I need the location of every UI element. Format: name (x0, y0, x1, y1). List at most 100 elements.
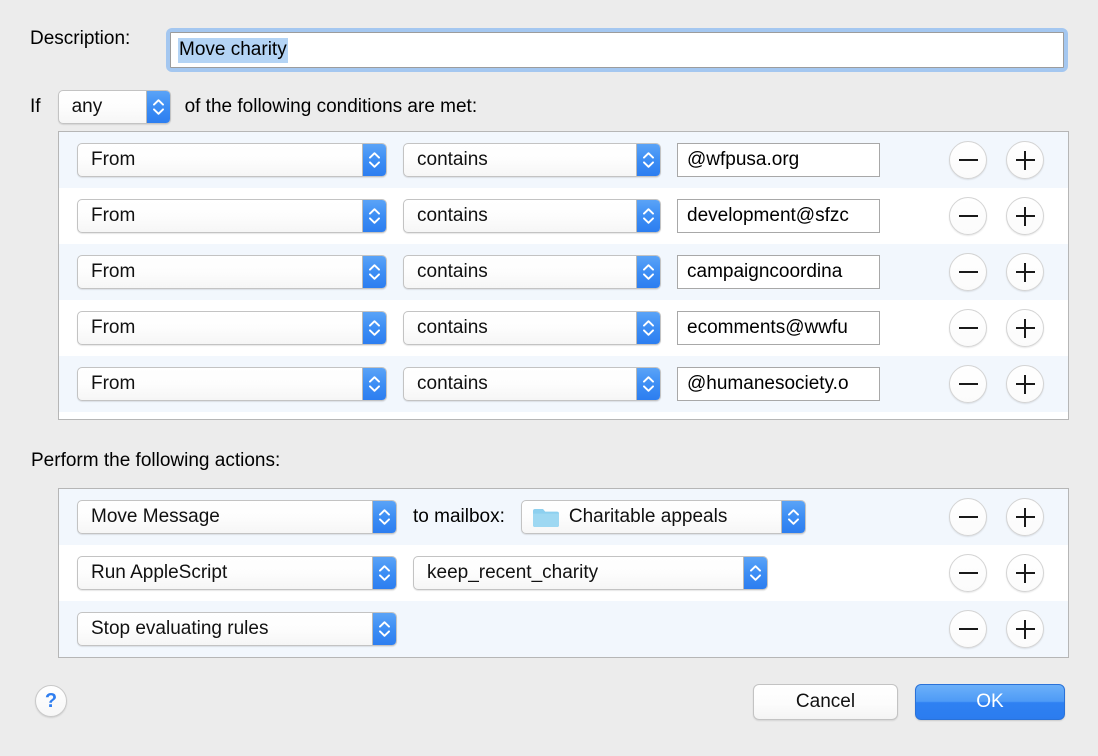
help-button[interactable]: ? (35, 685, 67, 717)
add-action-button[interactable] (1006, 498, 1044, 536)
chevron-up-icon (369, 208, 380, 215)
remove-condition-button[interactable] (949, 253, 987, 291)
chevron-up-icon (379, 621, 390, 628)
chevron-updown-icon (372, 557, 396, 589)
action-row: Run AppleScript keep_recent_charity (59, 545, 1068, 601)
plus-icon (1015, 619, 1035, 639)
condition-row: From contains development@sfzc (59, 188, 1068, 244)
actions-list: Move Message to mailbox: Charitable appeal… (58, 488, 1069, 658)
chevron-down-icon (369, 385, 380, 392)
condition-value-input[interactable]: development@sfzc (677, 199, 880, 233)
condition-criterion-dropdown[interactable]: From (77, 199, 387, 233)
condition-value-input[interactable]: @humanesociety.o (677, 367, 880, 401)
chevron-up-icon (643, 264, 654, 271)
chevron-updown-icon (145, 91, 170, 123)
row-buttons (949, 498, 1068, 536)
chevron-updown-icon (636, 200, 660, 232)
condition-row: From contains ecomments@wwfu (59, 300, 1068, 356)
action-row: Move Message to mailbox: Charitable appeal… (59, 489, 1068, 545)
chevron-down-icon (787, 518, 799, 525)
action-script-value: keep_recent_charity (427, 562, 599, 583)
chevron-updown-icon (636, 256, 660, 288)
ok-button[interactable]: OK (915, 684, 1065, 720)
chevron-up-icon (643, 376, 654, 383)
remove-action-button[interactable] (949, 554, 987, 592)
actions-section-label: Perform the following actions: (31, 450, 281, 471)
folder-icon (532, 508, 559, 527)
chevron-updown-icon (362, 312, 386, 344)
condition-criterion-dropdown[interactable]: From (77, 367, 387, 401)
plus-icon (1015, 206, 1035, 226)
action-type-dropdown[interactable]: Run AppleScript (77, 556, 397, 590)
remove-action-button[interactable] (949, 498, 987, 536)
condition-operator-value: contains (417, 317, 488, 338)
chevron-up-icon (750, 565, 761, 572)
chevron-down-icon (369, 273, 380, 280)
minus-icon (958, 628, 978, 630)
condition-operator-dropdown[interactable]: contains (403, 143, 661, 177)
action-type-value: Run AppleScript (91, 562, 228, 583)
minus-icon (958, 215, 978, 217)
chevron-down-icon (643, 217, 654, 224)
remove-condition-button[interactable] (949, 309, 987, 347)
chevron-down-icon (152, 108, 164, 115)
row-buttons (949, 197, 1068, 235)
description-input[interactable]: Move charity (170, 32, 1064, 68)
match-mode-dropdown[interactable]: any (57, 90, 171, 124)
minus-icon (958, 327, 978, 329)
mail-rule-editor-dialog: Description: Move charity If any of the … (0, 0, 1098, 756)
condition-value-input[interactable]: @wfpusa.org (677, 143, 880, 177)
condition-value-input[interactable]: ecomments@wwfu (677, 311, 880, 345)
condition-value-text: @wfpusa.org (687, 149, 800, 170)
chevron-updown-icon (636, 368, 660, 400)
chevron-updown-icon (636, 312, 660, 344)
cancel-button[interactable]: Cancel (753, 684, 898, 720)
chevron-down-icon (643, 329, 654, 336)
condition-operator-dropdown[interactable]: contains (403, 311, 661, 345)
add-condition-button[interactable] (1006, 365, 1044, 403)
plus-icon (1015, 150, 1035, 170)
chevron-up-icon (379, 565, 390, 572)
chevron-down-icon (379, 574, 390, 581)
action-type-dropdown[interactable]: Move Message (77, 500, 397, 534)
description-label: Description: (30, 28, 131, 49)
chevron-updown-icon (362, 200, 386, 232)
chevron-updown-icon (372, 613, 396, 645)
chevron-down-icon (379, 630, 390, 637)
plus-icon (1015, 507, 1035, 527)
condition-operator-dropdown[interactable]: contains (403, 367, 661, 401)
condition-operator-dropdown[interactable]: contains (403, 255, 661, 289)
chevron-down-icon (643, 385, 654, 392)
add-condition-button[interactable] (1006, 197, 1044, 235)
if-label: If (30, 96, 41, 117)
condition-criterion-dropdown[interactable]: From (77, 143, 387, 177)
condition-criterion-dropdown[interactable]: From (77, 311, 387, 345)
remove-condition-button[interactable] (949, 141, 987, 179)
action-mailbox-dropdown[interactable]: Charitable appeals (520, 500, 806, 534)
condition-operator-dropdown[interactable]: contains (403, 199, 661, 233)
chevron-down-icon (643, 161, 654, 168)
chevron-up-icon (787, 509, 799, 516)
action-type-dropdown[interactable]: Stop evaluating rules (77, 612, 397, 646)
condition-criterion-dropdown[interactable]: From (77, 255, 387, 289)
add-action-button[interactable] (1006, 554, 1044, 592)
add-condition-button[interactable] (1006, 141, 1044, 179)
row-buttons (949, 610, 1068, 648)
description-focus-ring: Move charity (166, 28, 1068, 72)
add-condition-button[interactable] (1006, 253, 1044, 291)
condition-operator-value: contains (417, 261, 488, 282)
add-action-button[interactable] (1006, 610, 1044, 648)
chevron-updown-icon (636, 144, 660, 176)
chevron-up-icon (643, 152, 654, 159)
remove-condition-button[interactable] (949, 197, 987, 235)
chevron-updown-icon (362, 256, 386, 288)
plus-icon (1015, 318, 1035, 338)
action-type-value: Move Message (91, 506, 220, 527)
remove-condition-button[interactable] (949, 365, 987, 403)
remove-action-button[interactable] (949, 610, 987, 648)
condition-value-input[interactable]: campaigncoordina (677, 255, 880, 289)
chevron-down-icon (369, 329, 380, 336)
add-condition-button[interactable] (1006, 309, 1044, 347)
minus-icon (958, 383, 978, 385)
action-script-dropdown[interactable]: keep_recent_charity (413, 556, 768, 590)
